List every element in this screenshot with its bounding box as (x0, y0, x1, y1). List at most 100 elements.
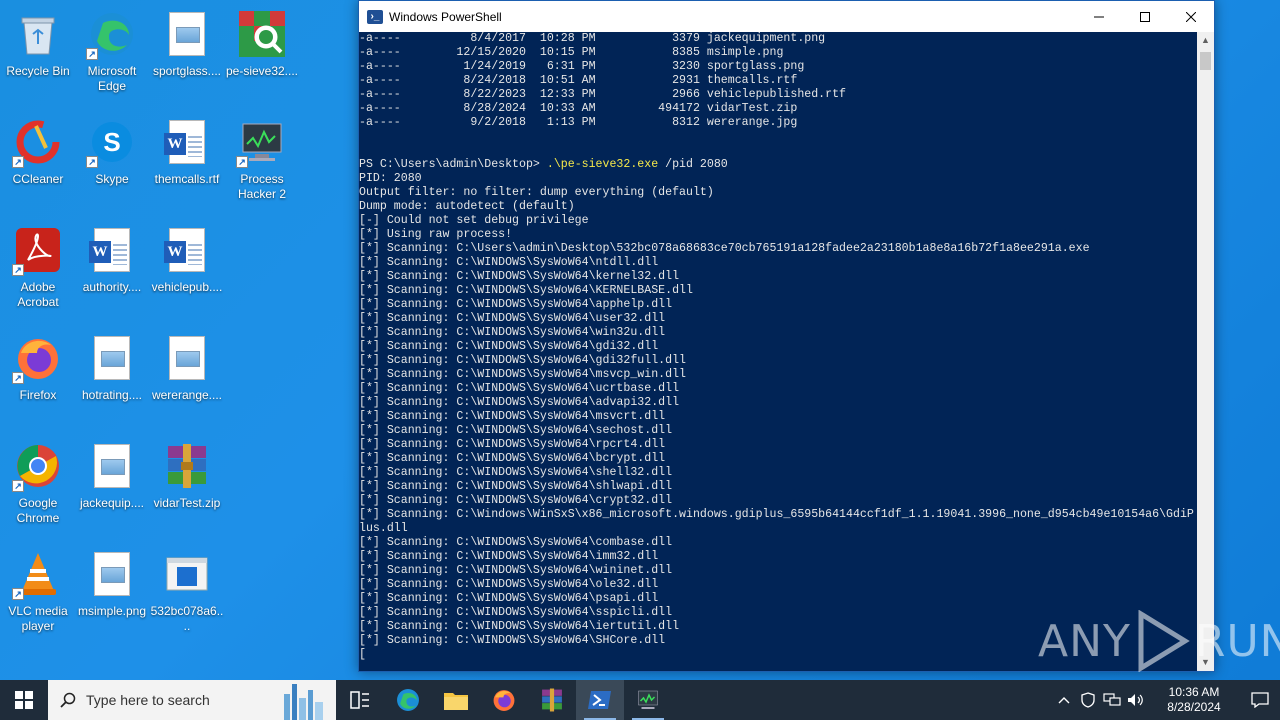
desktop-icon-pe-sieve32[interactable]: pe-sieve32.... (224, 6, 300, 106)
desktop-icon-jackequip[interactable]: jackequip.... (74, 438, 150, 538)
taskbar-powershell[interactable] (576, 680, 624, 720)
powershell-window[interactable]: ›_ Windows PowerShell -a---- 8/4/2017 10… (358, 0, 1215, 672)
shortcut-arrow-icon: ↗ (12, 480, 24, 492)
desktop-icon-google-chrome[interactable]: ↗ Google Chrome (0, 438, 76, 538)
notification-icon (1251, 692, 1269, 708)
skype-icon: S ↗ (86, 118, 136, 168)
desktop-icon-process-hacker[interactable]: ↗ Process Hacker 2 (224, 114, 300, 214)
start-button[interactable] (0, 680, 48, 720)
console-line: -a---- 8/22/2023 12:33 PM 2966 vehiclepu… (359, 88, 847, 101)
edge-icon (397, 689, 419, 711)
desktop-icon-label: wererange.... (151, 388, 223, 402)
console-line: [*] Scanning: C:\WINDOWS\SysWoW64\ole32.… (359, 578, 659, 591)
taskbar-clock[interactable]: 10:36 AM 8/28/2024 (1154, 685, 1234, 715)
console-line: [*] Scanning: C:\WINDOWS\SysWoW64\rpcrt4… (359, 438, 666, 451)
maximize-icon (1140, 11, 1150, 22)
console-command: .\pe-sieve32.exe (546, 158, 659, 171)
desktop-icon-authority-doc[interactable]: W authority.... (74, 222, 150, 322)
console-line: [*] Scanning: C:\WINDOWS\SysWoW64\shell3… (359, 466, 673, 479)
desktop-icon-label: Recycle Bin (6, 64, 70, 78)
shortcut-arrow-icon: ↗ (12, 372, 24, 384)
vlc-icon: ↗ (12, 550, 62, 600)
security-shield-icon[interactable] (1076, 680, 1100, 720)
console-line: -a---- 12/15/2020 10:15 PM 8385 msimple.… (359, 46, 784, 59)
desktop-icon-wererange[interactable]: wererange.... (149, 330, 225, 430)
chrome-icon: ↗ (12, 442, 62, 492)
taskbar-winrar[interactable] (528, 680, 576, 720)
desktop-icon-adobe-acrobat[interactable]: ↗ Adobe Acrobat (0, 222, 76, 322)
desktop-icon-label: msimple.png (77, 604, 147, 618)
task-view-icon (350, 691, 369, 709)
desktop-icon-microsoft-edge[interactable]: ↗ Microsoft Edge (74, 6, 150, 106)
desktop-icon-themcalls[interactable]: W themcalls.rtf (149, 114, 225, 214)
console-line: lus.dll (359, 522, 408, 535)
console-line: [*] Scanning: C:\WINDOWS\SysWoW64\ntdll.… (359, 256, 659, 269)
console-line: [*] Scanning: C:\WINDOWS\SysWoW64\shlwap… (359, 480, 673, 493)
taskbar-firefox[interactable] (480, 680, 528, 720)
shortcut-arrow-icon: ↗ (12, 588, 24, 600)
process-hacker-icon: ↗ (236, 118, 286, 168)
minimize-button[interactable] (1076, 1, 1122, 32)
console-line: -a---- 9/2/2018 1:13 PM 8312 wererange.j… (359, 116, 798, 129)
desktop-icon-msimple[interactable]: msimple.png (74, 546, 150, 646)
shortcut-arrow-icon: ↗ (86, 48, 98, 60)
show-hidden-icons-chevron-icon[interactable] (1052, 680, 1076, 720)
image-file-icon (88, 442, 136, 490)
scroll-up-arrow-icon[interactable]: ▲ (1197, 32, 1214, 49)
watermark-text-right: RUN (1194, 615, 1280, 667)
shortcut-arrow-icon: ↗ (236, 156, 248, 168)
console-line: [*] Scanning: C:\WINDOWS\SysWoW64\advapi… (359, 396, 680, 409)
watermark-text-left: ANY (1038, 615, 1131, 667)
desktop-icon-skype[interactable]: S ↗ Skype (74, 114, 150, 214)
desktop-icon-label: vehiclepub.... (151, 280, 223, 294)
taskbar-edge[interactable] (384, 680, 432, 720)
console-output[interactable]: -a---- 8/4/2017 10:28 PM 3379 jackequipm… (359, 32, 1197, 671)
maximize-button[interactable] (1122, 1, 1168, 32)
search-input[interactable] (86, 692, 246, 708)
console-line: Output filter: no filter: dump everythin… (359, 186, 714, 199)
desktop-icon-label: Adobe Acrobat (17, 280, 59, 309)
desktop-icon-vehiclepub[interactable]: W vehiclepub.... (149, 222, 225, 322)
desktop-icon-label: VLC media player (8, 604, 68, 633)
desktop-icon-sportglass[interactable]: sportglass.... (149, 6, 225, 106)
console-line: -a---- 8/28/2024 10:33 AM 494172 vidarTe… (359, 102, 798, 115)
task-view-button[interactable] (336, 680, 384, 720)
desktop-icon-firefox[interactable]: ↗ Firefox (0, 330, 76, 430)
folder-icon (444, 693, 468, 710)
desktop-icon-vidartest[interactable]: vidarTest.zip (149, 438, 225, 538)
vertical-scrollbar[interactable]: ▲ ▼ (1197, 32, 1214, 671)
desktop-icon-hotrating[interactable]: hotrating.... (74, 330, 150, 430)
acrobat-icon: ↗ (12, 226, 62, 276)
desktop-icon-recycle-bin[interactable]: Recycle Bin (0, 6, 76, 106)
desktop-icon-label: jackequip.... (79, 496, 145, 510)
desktop-icon-label: authority.... (82, 280, 142, 294)
desktop-icon-ccleaner[interactable]: ↗ CCleaner (0, 114, 76, 214)
console-line: [*] Scanning: C:\WINDOWS\SysWoW64\user32… (359, 312, 666, 325)
volume-icon[interactable] (1124, 680, 1148, 720)
taskbar-process-hacker[interactable] (624, 680, 672, 720)
taskbar-file-explorer[interactable] (432, 680, 480, 720)
winrar-archive-icon (163, 442, 211, 490)
process-hacker-icon (638, 690, 658, 709)
console-line: [*] Scanning: C:\Users\admin\Desktop\532… (359, 242, 1090, 255)
console-line: [*] Scanning: C:\WINDOWS\SysWoW64\msvcrt… (359, 410, 666, 423)
action-center-button[interactable] (1240, 680, 1280, 720)
console-line: [*] Scanning: C:\WINDOWS\SysWoW64\bcrypt… (359, 452, 666, 465)
scrollbar-thumb[interactable] (1200, 52, 1211, 70)
network-icon[interactable] (1100, 680, 1124, 720)
desktop-icon-532bc078[interactable]: 532bc078a6.... (149, 546, 225, 646)
play-triangle-icon (1138, 610, 1190, 672)
firefox-icon (493, 690, 515, 711)
console-line: [*] Scanning: C:\WINDOWS\SysWoW64\combas… (359, 536, 673, 549)
desktop-icon-vlc[interactable]: ↗ VLC media player (0, 546, 76, 646)
console-line: [*] Scanning: C:\WINDOWS\SysWoW64\gdi32.… (359, 340, 659, 353)
console-command-line: PS C:\Users\admin\Desktop> .\pe-sieve32.… (359, 158, 1197, 172)
shortcut-arrow-icon: ↗ (86, 156, 98, 168)
close-button[interactable] (1168, 1, 1214, 32)
powershell-titlebar[interactable]: ›_ Windows PowerShell (359, 1, 1214, 32)
edge-icon: ↗ (86, 10, 136, 60)
taskbar-search-box[interactable] (48, 680, 336, 720)
console-line: -a---- 1/24/2019 6:31 PM 3230 sportglass… (359, 60, 805, 73)
console-line: [*] Scanning: C:\WINDOWS\SysWoW64\ucrtba… (359, 382, 680, 395)
desktop-icon-label: CCleaner (12, 172, 64, 186)
